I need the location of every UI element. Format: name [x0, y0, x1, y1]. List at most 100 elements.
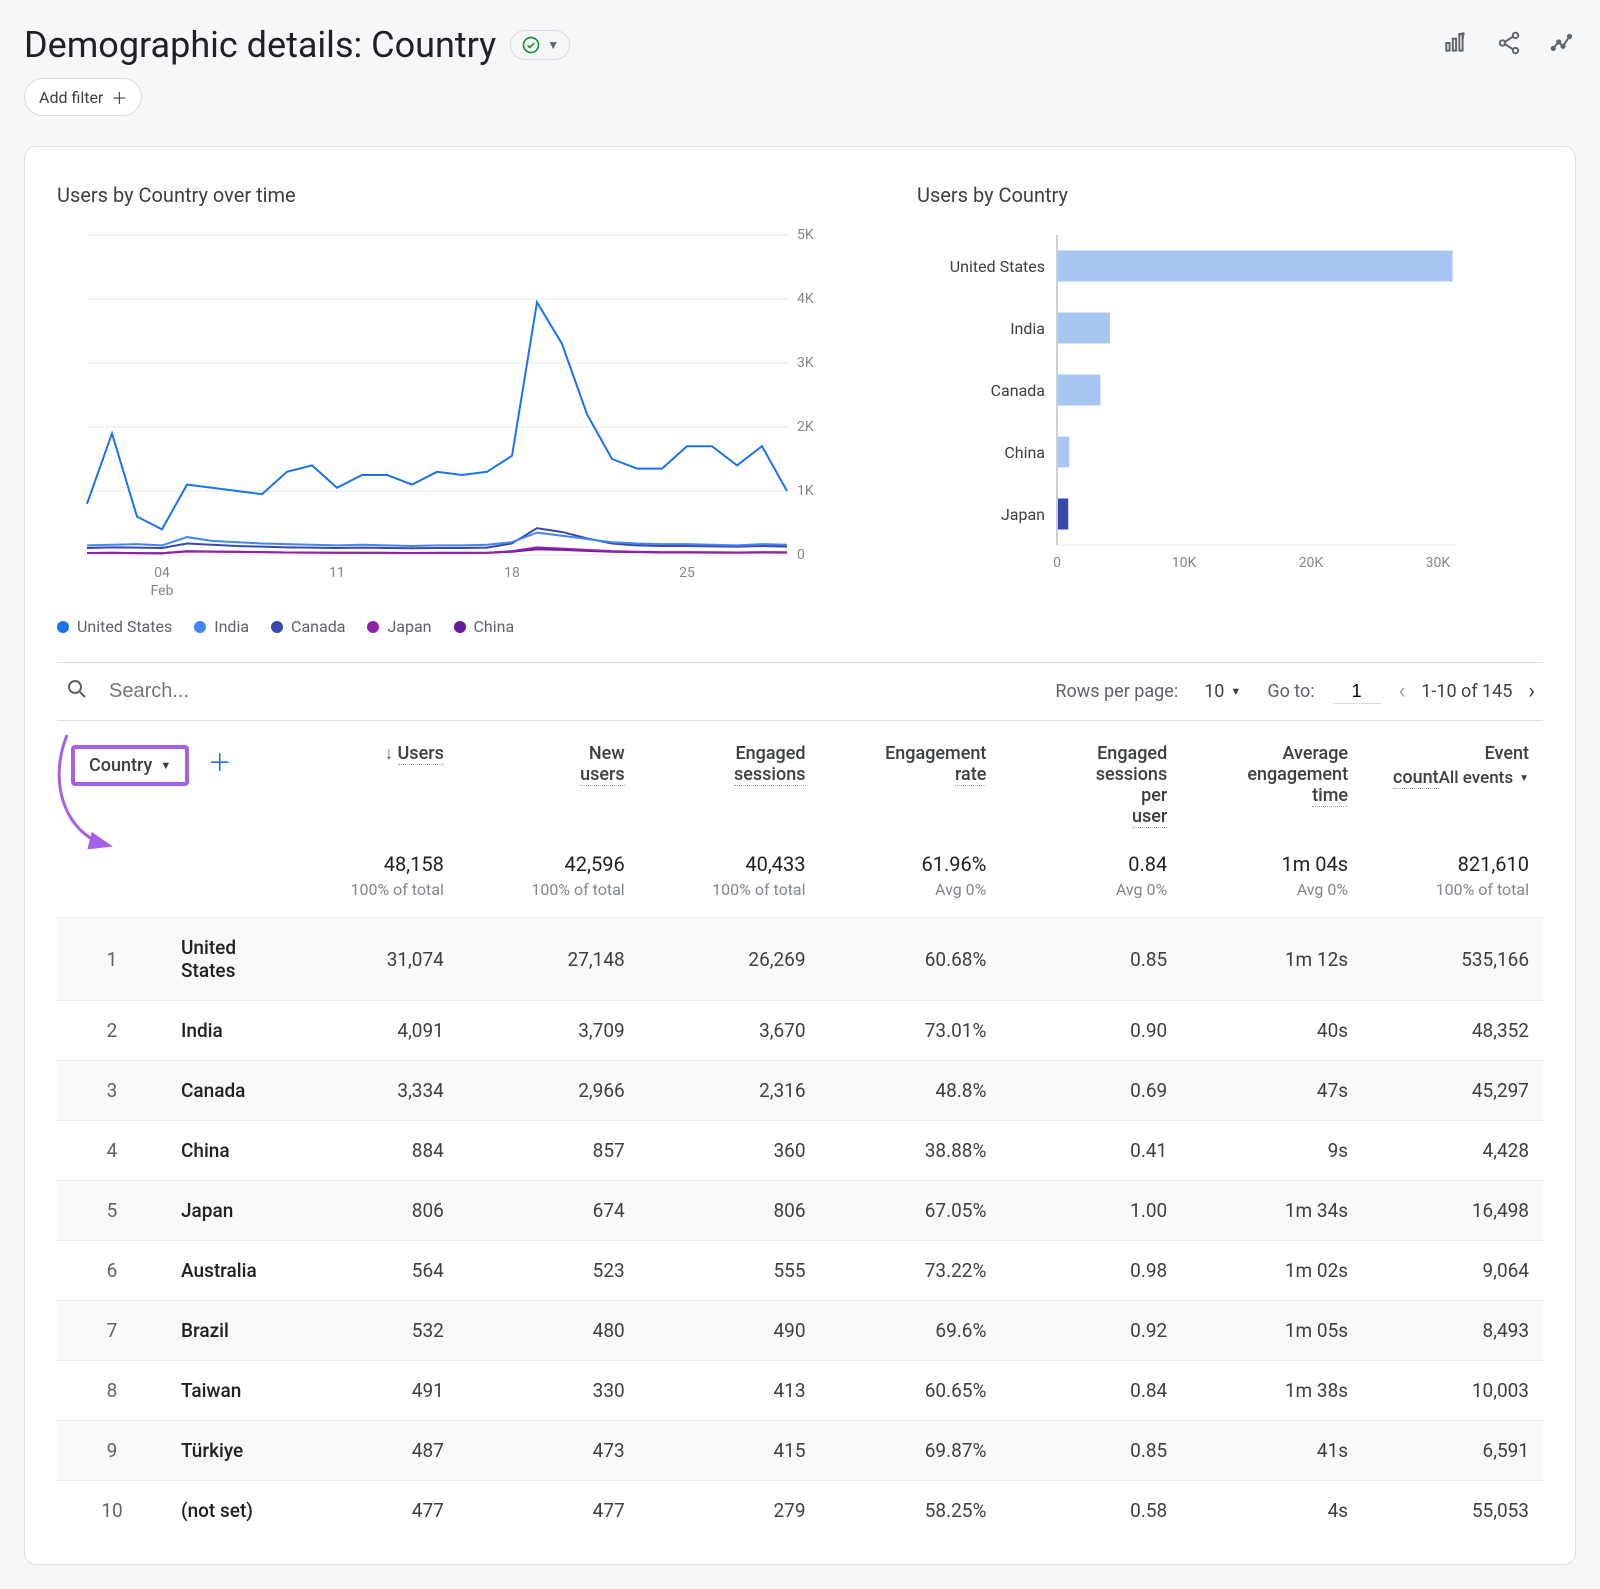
totals-value: 61.96% — [820, 836, 1001, 880]
column-header[interactable]: Engagementrate — [820, 725, 1001, 836]
row-cell: 1m 12s — [1181, 918, 1362, 1001]
row-index: 9 — [57, 1421, 167, 1481]
chevron-down-icon: ▼ — [547, 38, 559, 52]
svg-text:11: 11 — [329, 565, 345, 581]
add-filter-label: Add filter — [39, 88, 103, 107]
svg-text:10K: 10K — [1172, 555, 1197, 571]
row-cell: 58.25% — [820, 1481, 1001, 1541]
column-header[interactable]: EventcountAll events ▼ — [1362, 725, 1543, 836]
row-cell: 10,003 — [1362, 1361, 1543, 1421]
add-filter-button[interactable]: Add filter ＋ — [24, 78, 142, 116]
svg-text:3K: 3K — [797, 355, 814, 371]
totals-sub: Avg 0% — [1181, 880, 1362, 918]
row-cell: 535,166 — [1362, 918, 1543, 1001]
legend-item[interactable]: China — [454, 617, 515, 636]
dimension-selector[interactable]: Country▼ — [71, 745, 189, 786]
row-cell: 16,498 — [1362, 1181, 1543, 1241]
next-page-button[interactable]: › — [1528, 679, 1535, 704]
row-cell: 0.58 — [1000, 1481, 1181, 1541]
table-row[interactable]: 9Türkiye48747341569.87%0.8541s6,591 — [57, 1421, 1543, 1481]
data-table: Country▼ ＋ ↓UsersNewusersEngagedsessions… — [57, 725, 1543, 1540]
row-name: Australia — [167, 1241, 277, 1301]
row-cell: 38.88% — [820, 1121, 1001, 1181]
row-cell: 48.8% — [820, 1061, 1001, 1121]
go-to-input[interactable] — [1333, 680, 1381, 704]
table-row[interactable]: 1United States31,07427,14826,26960.68%0.… — [57, 918, 1543, 1001]
row-cell: 40s — [1181, 1001, 1362, 1061]
event-selector[interactable]: All events ▼ — [1439, 768, 1529, 788]
totals-value: 40,433 — [639, 836, 820, 880]
totals-value: 48,158 — [277, 836, 458, 880]
column-header[interactable]: Newusers — [458, 725, 639, 836]
row-cell: 523 — [458, 1241, 639, 1301]
insights-icon[interactable] — [1550, 30, 1576, 61]
table-row[interactable]: 10(not set)47747727958.25%0.584s55,053 — [57, 1481, 1543, 1541]
legend-item[interactable]: United States — [57, 617, 172, 636]
row-cell: 330 — [458, 1361, 639, 1421]
svg-text:2K: 2K — [797, 419, 814, 435]
table-row[interactable]: 8Taiwan49133041360.65%0.841m 38s10,003 — [57, 1361, 1543, 1421]
row-cell: 0.90 — [1000, 1001, 1181, 1061]
legend-item[interactable]: Canada — [271, 617, 345, 636]
svg-text:25: 25 — [679, 565, 695, 581]
share-icon[interactable] — [1496, 30, 1522, 61]
column-header[interactable]: Engagedsessions — [639, 725, 820, 836]
customize-report-icon[interactable] — [1442, 30, 1468, 61]
column-header[interactable]: ↓Users — [277, 725, 458, 836]
legend-item[interactable]: India — [194, 617, 249, 636]
row-cell: 9s — [1181, 1121, 1362, 1181]
row-name: Brazil — [167, 1301, 277, 1361]
legend-item[interactable]: Japan — [367, 617, 431, 636]
row-name: United States — [167, 918, 277, 1001]
add-dimension-button[interactable]: ＋ — [208, 749, 232, 777]
table-row[interactable]: 2India4,0913,7093,67073.01%0.9040s48,352 — [57, 1001, 1543, 1061]
totals-value: 821,610 — [1362, 836, 1543, 880]
totals-value: 0.84 — [1000, 836, 1181, 880]
report-status-chip[interactable]: ▼ — [510, 30, 570, 60]
svg-text:Japan: Japan — [1001, 505, 1045, 524]
row-index: 5 — [57, 1181, 167, 1241]
row-cell: 4,428 — [1362, 1121, 1543, 1181]
table-row[interactable]: 7Brazil53248049069.6%0.921m 05s8,493 — [57, 1301, 1543, 1361]
search-icon — [65, 677, 89, 706]
row-index: 10 — [57, 1481, 167, 1541]
row-cell: 0.85 — [1000, 1421, 1181, 1481]
row-cell: 806 — [277, 1181, 458, 1241]
table-row[interactable]: 4China88485736038.88%0.419s4,428 — [57, 1121, 1543, 1181]
row-index: 3 — [57, 1061, 167, 1121]
prev-page-button[interactable]: ‹ — [1399, 679, 1406, 704]
row-cell: 279 — [639, 1481, 820, 1541]
totals-sub: 100% of total — [1362, 880, 1543, 918]
row-cell: 69.6% — [820, 1301, 1001, 1361]
row-cell: 60.68% — [820, 918, 1001, 1001]
row-cell: 674 — [458, 1181, 639, 1241]
column-header[interactable]: Averageengagementtime — [1181, 725, 1362, 836]
row-cell: 360 — [639, 1121, 820, 1181]
page-range-label: 1-10 of 145 — [1421, 681, 1512, 702]
check-circle-icon — [521, 35, 541, 55]
totals-sub: 100% of total — [277, 880, 458, 918]
row-cell: 73.01% — [820, 1001, 1001, 1061]
svg-text:5K: 5K — [797, 227, 814, 243]
totals-value: 1m 04s — [1181, 836, 1362, 880]
totals-sub: Avg 0% — [1000, 880, 1181, 918]
rows-per-page-select[interactable]: 10 ▼ — [1196, 677, 1249, 706]
svg-text:China: China — [1004, 443, 1045, 462]
page-title: Demographic details: Country — [24, 24, 496, 66]
row-cell: 60.65% — [820, 1361, 1001, 1421]
row-index: 1 — [57, 918, 167, 1001]
row-cell: 491 — [277, 1361, 458, 1421]
row-cell: 4,091 — [277, 1001, 458, 1061]
svg-text:4K: 4K — [797, 291, 814, 307]
svg-text:Canada: Canada — [991, 381, 1045, 400]
column-header[interactable]: Engagedsessionsperuser — [1000, 725, 1181, 836]
table-row[interactable]: 6Australia56452355573.22%0.981m 02s9,064 — [57, 1241, 1543, 1301]
totals-sub: 100% of total — [639, 880, 820, 918]
row-cell: 477 — [458, 1481, 639, 1541]
table-search-input[interactable] — [107, 679, 487, 704]
row-cell: 0.84 — [1000, 1361, 1181, 1421]
table-row[interactable]: 3Canada3,3342,9662,31648.8%0.6947s45,297 — [57, 1061, 1543, 1121]
row-cell: 45,297 — [1362, 1061, 1543, 1121]
line-chart-legend: United States India Canada Japan China — [57, 617, 837, 636]
table-row[interactable]: 5Japan80667480667.05%1.001m 34s16,498 — [57, 1181, 1543, 1241]
